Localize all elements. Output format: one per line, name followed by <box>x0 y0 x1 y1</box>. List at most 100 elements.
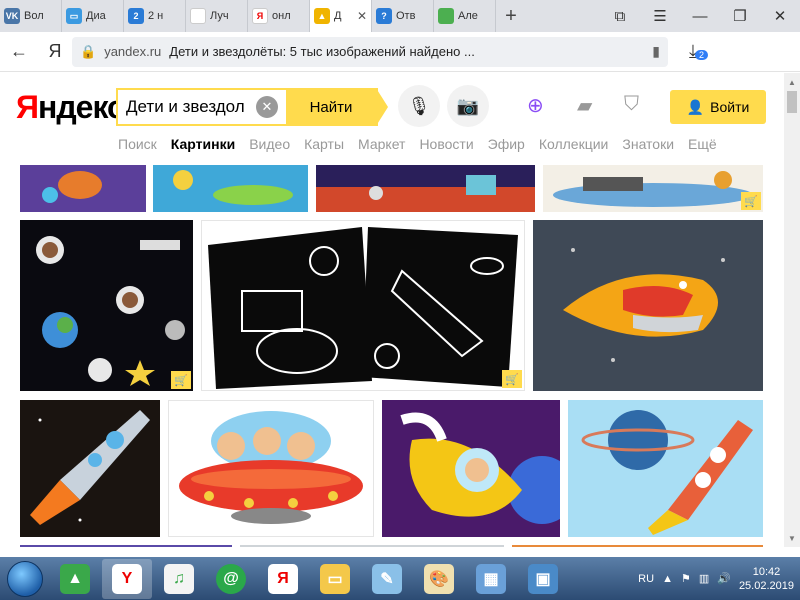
tray-expand-icon[interactable]: ▲ <box>662 573 673 585</box>
menu-icon[interactable]: ☰ <box>640 0 680 32</box>
windows-logo-icon <box>7 560 43 597</box>
taskbar-app-yandex[interactable]: Я <box>258 559 308 599</box>
volume-icon[interactable]: 🔊 <box>717 572 731 585</box>
back-button[interactable]: ← <box>0 32 38 72</box>
image-result[interactable] <box>382 400 560 537</box>
taskbar-app-music[interactable]: ♫ <box>154 559 204 599</box>
browser-tab[interactable]: ▲ Д ✕ <box>310 0 372 32</box>
yandex-logo[interactable]: Яндекс <box>16 89 125 126</box>
voice-search-button[interactable]: 🎙 <box>398 85 440 127</box>
shop-cart-icon[interactable]: 🛒 <box>171 371 191 389</box>
service-tab[interactable]: Картинки <box>171 136 235 152</box>
taskbar-app-yandex-browser[interactable]: Y <box>102 558 152 599</box>
green-square-icon <box>438 8 454 24</box>
tab-label: Отв <box>396 10 416 22</box>
login-button[interactable]: 👤 Войти <box>670 90 766 124</box>
add-collection-icon[interactable]: ⊕ <box>527 93 544 118</box>
image-result[interactable] <box>533 220 763 391</box>
network-icon[interactable]: ▥ <box>699 572 709 585</box>
tab-label: Диа <box>86 10 106 22</box>
taskbar-app-mail[interactable]: @ <box>206 559 256 599</box>
url-field[interactable]: 🔒 yandex.ru Дети и звездолёты: 5 тыс изо… <box>72 36 668 67</box>
yandex-browser-icon: Y <box>112 563 142 594</box>
yandex-header: Яндекс ✕ Найти 🎙 📷 ⊕ ▰ ⛉ 👤 Войти Поиск Ка… <box>0 73 784 165</box>
image-result[interactable] <box>153 165 308 212</box>
yandex-browser-icon[interactable]: Я <box>38 41 72 62</box>
shield-icon[interactable]: ⛉ <box>624 93 639 116</box>
image-result[interactable]: 🛒 <box>20 220 193 391</box>
close-tab-icon[interactable]: ✕ <box>357 9 367 23</box>
image-result[interactable] <box>512 545 763 547</box>
flag-icon[interactable]: ⚑ <box>681 572 691 585</box>
silver-rocket-image <box>20 400 160 537</box>
service-tab[interactable]: Знатоки <box>622 136 674 152</box>
clear-search-icon[interactable]: ✕ <box>256 96 278 118</box>
shop-cart-icon[interactable]: 🛒 <box>741 192 761 210</box>
language-indicator[interactable]: RU <box>638 573 654 585</box>
scroll-thumb[interactable] <box>787 91 797 113</box>
browser-tab[interactable]: VK Вол <box>0 0 62 32</box>
service-tab[interactable]: Видео <box>249 136 290 152</box>
service-tab[interactable]: Новости <box>419 136 473 152</box>
image-result[interactable] <box>568 400 763 537</box>
service-tab[interactable]: Коллекции <box>539 136 609 152</box>
scroll-down-icon[interactable]: ▼ <box>784 531 800 545</box>
start-button[interactable] <box>0 557 50 600</box>
aimp-icon: ▲ <box>60 563 90 594</box>
collections-icon[interactable]: ▰ <box>577 93 592 118</box>
image-result[interactable] <box>20 165 146 212</box>
downloads-badge: 2 <box>694 50 708 60</box>
taskbar-app-photos[interactable]: ▣ <box>518 559 568 599</box>
close-window-button[interactable]: ✕ <box>760 0 800 32</box>
browser-tab[interactable]: ? Отв <box>372 0 434 32</box>
browser-tab[interactable]: Але <box>434 0 496 32</box>
taskbar-app-aimp[interactable]: ▲ <box>50 559 100 599</box>
service-tab[interactable]: Карты <box>304 136 344 152</box>
address-bar: ← Я 🔒 yandex.ru Дети и звездолёты: 5 тыс… <box>0 32 800 72</box>
image-search-button[interactable]: 📷 <box>447 85 489 127</box>
downloads-button[interactable]: ⤓ 2 <box>668 41 718 62</box>
service-tab[interactable]: Ещё <box>688 136 717 152</box>
kids-in-ufo-image <box>179 411 363 524</box>
service-tab[interactable]: Эфир <box>488 136 525 152</box>
taskbar-app-explorer[interactable]: ▭ <box>310 559 360 599</box>
search-input[interactable] <box>118 90 256 124</box>
service-tab[interactable]: Маркет <box>358 136 405 152</box>
scroll-up-icon[interactable]: ▲ <box>784 75 800 89</box>
image-result[interactable] <box>20 545 232 547</box>
mail-at-icon: @ <box>216 563 246 594</box>
image-result[interactable] <box>168 400 374 537</box>
taskbar-app-notepad[interactable]: ✎ <box>362 559 412 599</box>
image-result[interactable]: 🛒 <box>201 220 525 391</box>
notepad-icon: ✎ <box>372 563 402 594</box>
bookmarks-panel-icon[interactable]: ⧉ <box>600 0 640 32</box>
image-result[interactable]: 🛒 <box>543 165 763 212</box>
search-button[interactable]: Найти <box>286 88 388 126</box>
image-result[interactable] <box>20 400 160 537</box>
maximize-button[interactable]: ❐ <box>720 0 760 32</box>
astronauts-pattern-image <box>20 220 193 391</box>
browser-tab[interactable]: Луч <box>186 0 248 32</box>
new-tab-button[interactable]: + <box>496 0 526 32</box>
browser-tab[interactable]: Яонл <box>248 0 310 32</box>
page-scrollbar[interactable]: ▲ ▼ <box>784 73 800 547</box>
bookmark-icon[interactable]: ▮ <box>652 43 660 60</box>
browser-tab[interactable]: 2 2 н <box>124 0 186 32</box>
taskbar-app-control-panel[interactable]: ▦ <box>466 559 516 599</box>
image-result[interactable] <box>316 165 535 212</box>
image-result[interactable] <box>240 545 504 547</box>
service-tab[interactable]: Поиск <box>118 136 157 152</box>
page-icon <box>190 8 206 24</box>
yellow-spaceship-image <box>533 220 763 391</box>
vk-icon: VK <box>4 8 20 24</box>
clock[interactable]: 10:42 25.02.2019 <box>739 565 794 593</box>
browser-tab[interactable]: ▭ Диа <box>62 0 124 32</box>
minimize-button[interactable]: — <box>680 0 720 32</box>
astronaut-spaceship-image <box>153 165 308 212</box>
lock-icon: 🔒 <box>80 43 97 59</box>
taskbar-app-paint[interactable]: 🎨 <box>414 559 464 599</box>
photo-viewer-icon: ▣ <box>528 563 558 594</box>
number-icon: 2 <box>128 8 144 24</box>
shop-cart-icon[interactable]: 🛒 <box>502 370 522 388</box>
question-icon: ? <box>376 8 392 24</box>
